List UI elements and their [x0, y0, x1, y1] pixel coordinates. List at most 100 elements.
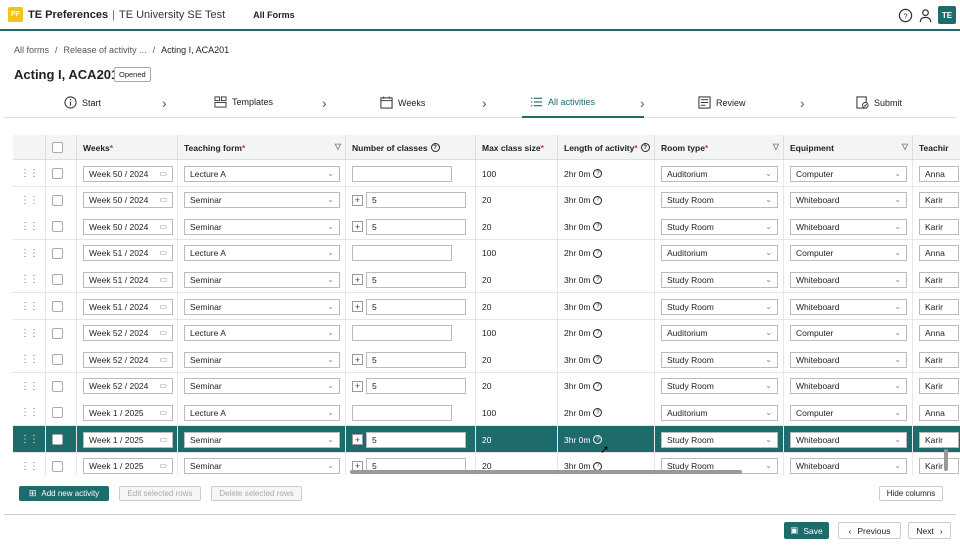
equipment-select[interactable]: Whiteboard ⌄ — [790, 298, 907, 315]
breadcrumb-all-forms[interactable]: All forms — [14, 45, 49, 55]
classes-input[interactable]: 5 — [366, 192, 466, 209]
teacher-select[interactable]: Karir — [919, 431, 959, 448]
drag-handle-icon[interactable]: ⋮⋮ — [13, 346, 46, 374]
teaching-form-select[interactable]: Lecture A ⌄ — [184, 325, 340, 342]
drag-handle-icon[interactable]: ⋮⋮ — [13, 452, 46, 475]
table-row[interactable]: ⋮⋮ Week 1 / 2025 ▭ Seminar ⌄ +5 20 3hr 0m? Study… — [13, 426, 960, 453]
teacher-select[interactable]: Anna — [919, 404, 959, 421]
table-row[interactable]: ⋮⋮ Week 50 / 2024 ▭ Seminar ⌄ +5 20 3hr 0m? Stud… — [13, 213, 960, 241]
help-icon[interactable]: ? — [593, 302, 603, 311]
header-number-of-classes[interactable]: Number of classes? — [346, 135, 476, 160]
room-type-select[interactable]: Study Room ⌄ — [661, 192, 778, 209]
classes-input[interactable]: 5 — [366, 271, 466, 288]
horizontal-scrollbar[interactable] — [350, 470, 742, 474]
drag-handle-icon[interactable]: ⋮⋮ — [13, 213, 46, 241]
classes-input[interactable] — [352, 404, 452, 421]
room-type-select[interactable]: Auditorium ⌄ — [661, 165, 778, 182]
step-submit[interactable]: Submit — [856, 96, 902, 109]
header-room-type[interactable]: Room type * ▽ — [655, 135, 784, 160]
teaching-form-select[interactable]: Lecture A ⌄ — [184, 245, 340, 262]
equipment-select[interactable]: Whiteboard ⌄ — [790, 458, 907, 475]
step-all-activities[interactable]: All activities — [530, 96, 595, 108]
plus-icon[interactable]: + — [352, 434, 363, 445]
help-icon[interactable]: ? — [593, 381, 603, 391]
select-all-checkbox[interactable] — [52, 142, 63, 153]
nav-all-forms[interactable]: All Forms — [253, 10, 295, 20]
row-checkbox[interactable] — [52, 354, 63, 366]
teaching-form-select[interactable]: Seminar ⌄ — [184, 298, 340, 315]
equipment-select[interactable]: Computer ⌄ — [790, 325, 907, 342]
filter-icon[interactable]: ▽ — [773, 142, 779, 151]
plus-icon[interactable]: + — [352, 301, 363, 312]
header-teaching-form[interactable]: Teaching form * ▽ — [178, 135, 346, 160]
row-checkbox[interactable] — [52, 168, 63, 179]
help-icon[interactable]: ? — [593, 169, 603, 178]
drag-handle-icon[interactable]: ⋮⋮ — [13, 319, 46, 347]
drag-handle-icon[interactable]: ⋮⋮ — [13, 293, 46, 320]
plus-icon[interactable]: + — [352, 354, 363, 366]
header-weeks[interactable]: Weeks * — [77, 135, 178, 160]
help-icon[interactable]: ? — [593, 275, 603, 285]
drag-handle-icon[interactable]: ⋮⋮ — [13, 399, 46, 427]
vertical-scrollbar[interactable] — [944, 449, 948, 471]
week-picker[interactable]: Week 51 / 2024 ▭ — [83, 271, 173, 288]
classes-input[interactable]: 5 — [366, 218, 466, 235]
week-picker[interactable]: Week 1 / 2025 ▭ — [83, 431, 173, 448]
room-type-select[interactable]: Study Room ⌄ — [661, 351, 778, 368]
step-weeks[interactable]: Weeks — [380, 96, 425, 109]
row-checkbox[interactable] — [52, 194, 63, 206]
help-icon[interactable]: ? — [593, 355, 603, 365]
teacher-select[interactable]: Karir — [919, 298, 959, 315]
teaching-form-select[interactable]: Seminar ⌄ — [184, 378, 340, 395]
drag-handle-icon[interactable]: ⋮⋮ — [13, 426, 46, 453]
row-checkbox[interactable] — [52, 380, 63, 392]
teaching-form-select[interactable]: Seminar ⌄ — [184, 218, 340, 235]
drag-handle-icon[interactable]: ⋮⋮ — [13, 266, 46, 294]
room-type-select[interactable]: Auditorium ⌄ — [661, 404, 778, 421]
equipment-select[interactable]: Whiteboard ⌄ — [790, 192, 907, 209]
teacher-select[interactable]: Karir — [919, 218, 959, 235]
equipment-select[interactable]: Whiteboard ⌄ — [790, 431, 907, 448]
teaching-form-select[interactable]: Lecture A ⌄ — [184, 165, 340, 182]
table-row[interactable]: ⋮⋮ Week 1 / 2025 ▭ Lecture A ⌄ 100 2hr 0m? Audi… — [13, 399, 960, 427]
plus-icon[interactable]: + — [352, 221, 363, 233]
edit-selected-button[interactable]: Edit selected rows — [119, 486, 201, 501]
table-row[interactable]: ⋮⋮ Week 51 / 2024 ▭ Seminar ⌄ +5 20 3hr 0m? Stud… — [13, 266, 960, 294]
equipment-select[interactable]: Computer ⌄ — [790, 245, 907, 262]
equipment-select[interactable]: Whiteboard ⌄ — [790, 351, 907, 368]
step-review[interactable]: Review — [698, 96, 746, 109]
header-teacher[interactable]: Teachir — [913, 135, 960, 160]
previous-button[interactable]: ‹ Previous — [838, 522, 901, 539]
room-type-select[interactable]: Study Room ⌄ — [661, 298, 778, 315]
save-button[interactable]: ▣ Save — [784, 522, 829, 539]
table-row[interactable]: ⋮⋮ Week 51 / 2024 ▭ Seminar ⌄ +5 20 3hr 0m? Stud… — [13, 293, 960, 320]
classes-input[interactable] — [352, 245, 452, 262]
teaching-form-select[interactable]: Seminar ⌄ — [184, 431, 340, 448]
equipment-select[interactable]: Whiteboard ⌄ — [790, 271, 907, 288]
week-picker[interactable]: Week 52 / 2024 ▭ — [83, 378, 173, 395]
week-picker[interactable]: Week 51 / 2024 ▭ — [83, 298, 173, 315]
step-start[interactable]: Start — [64, 96, 101, 109]
help-icon[interactable]: ? — [430, 143, 440, 152]
classes-input[interactable]: 5 — [366, 378, 466, 395]
row-checkbox[interactable] — [52, 327, 63, 339]
classes-input[interactable]: 5 — [366, 431, 466, 448]
add-activity-button[interactable]: ⊞ Add new activity — [19, 486, 109, 501]
week-picker[interactable]: Week 50 / 2024 ▭ — [83, 218, 173, 235]
teaching-form-select[interactable]: Seminar ⌄ — [184, 192, 340, 209]
equipment-select[interactable]: Whiteboard ⌄ — [790, 378, 907, 395]
header-equipment[interactable]: Equipment ▽ — [784, 135, 913, 160]
week-picker[interactable]: Week 1 / 2025 ▭ — [83, 458, 173, 475]
room-type-select[interactable]: Study Room ⌄ — [661, 271, 778, 288]
teaching-form-select[interactable]: Seminar ⌄ — [184, 351, 340, 368]
help-icon[interactable]: ? — [593, 408, 603, 418]
teacher-select[interactable]: Karir — [919, 271, 959, 288]
week-picker[interactable]: Week 52 / 2024 ▭ — [83, 325, 173, 342]
row-checkbox[interactable] — [52, 434, 63, 445]
table-row[interactable]: ⋮⋮ Week 51 / 2024 ▭ Lecture A ⌄ 100 2hr 0m? Aud… — [13, 239, 960, 267]
delete-selected-button[interactable]: Delete selected rows — [211, 486, 302, 501]
hide-columns-button[interactable]: Hide columns — [879, 486, 943, 501]
room-type-select[interactable]: Study Room ⌄ — [661, 218, 778, 235]
help-icon[interactable]: ? — [593, 195, 603, 205]
teaching-form-select[interactable]: Seminar ⌄ — [184, 458, 340, 475]
